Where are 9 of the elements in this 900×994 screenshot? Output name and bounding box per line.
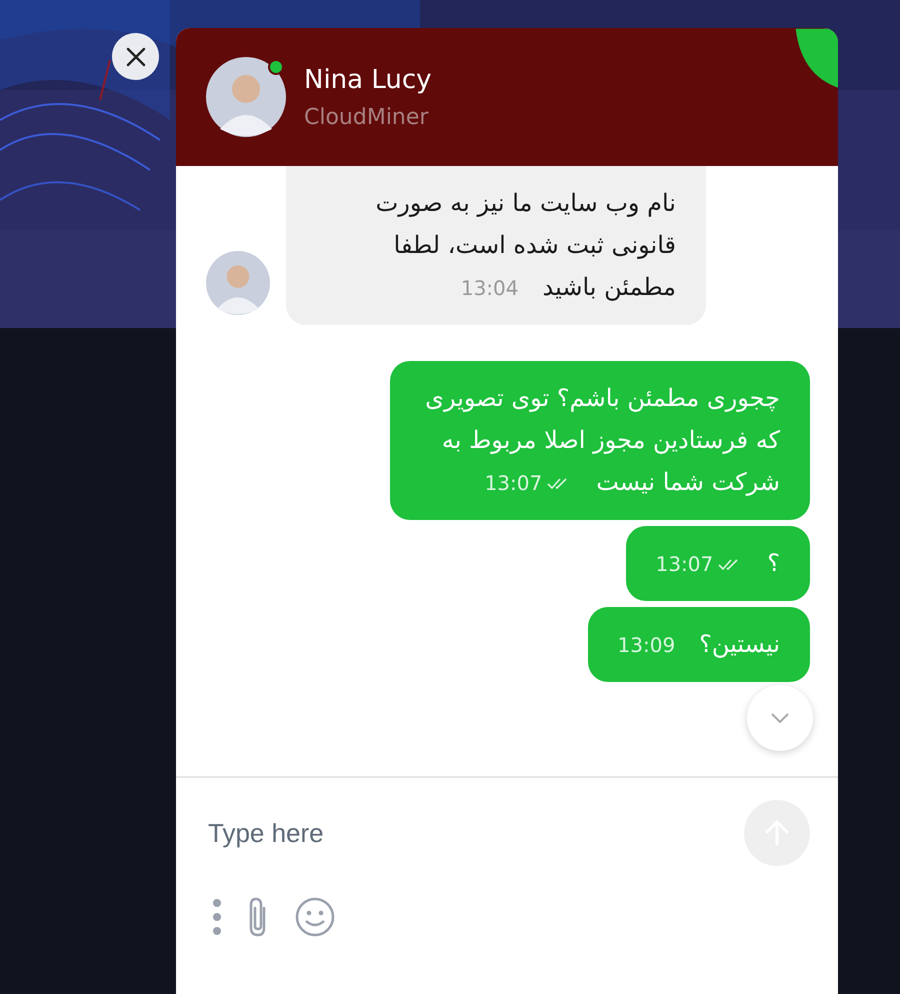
close-icon (124, 46, 146, 68)
outgoing-message: ؟ 13:07 (626, 526, 810, 601)
agent-name: Nina Lucy (304, 64, 432, 94)
emoji-icon[interactable] (294, 896, 336, 938)
avatar (206, 251, 270, 315)
chevron-down-icon (769, 711, 791, 725)
more-icon[interactable] (210, 897, 224, 937)
message-input[interactable]: Type here (206, 816, 610, 850)
company-name: CloudMiner (304, 104, 430, 130)
